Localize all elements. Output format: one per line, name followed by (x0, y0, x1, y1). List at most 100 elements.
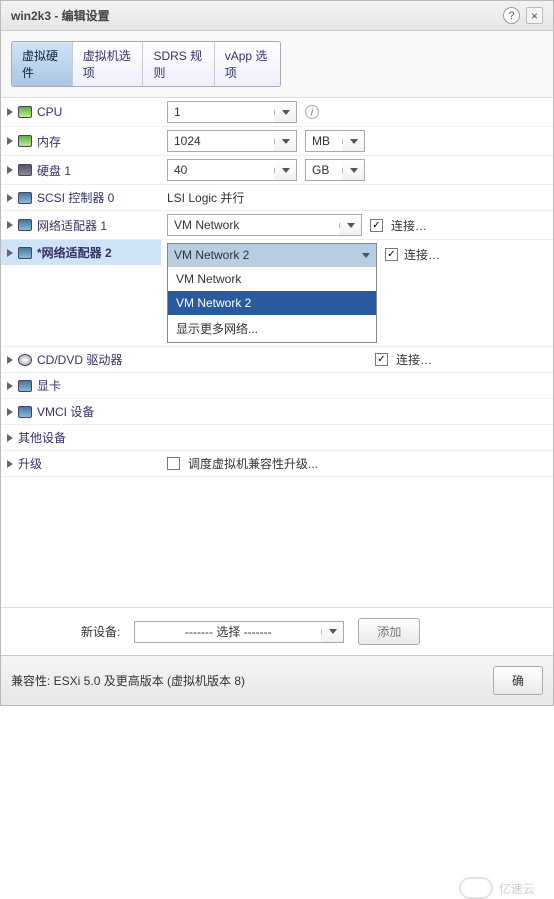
scsi-label: SCSI 控制器 0 (37, 189, 114, 206)
net2-option-more-networks[interactable]: 显示更多网络... (168, 315, 376, 342)
memory-label: 内存 (37, 133, 61, 150)
row-net1: 网络适配器 1 VM Network ✓ 连接… (1, 211, 553, 240)
other-label: 其他设备 (18, 429, 66, 446)
expand-icon[interactable] (7, 166, 13, 174)
hardware-list: CPU 1 i 内存 1024 (1, 97, 553, 655)
new-device-select[interactable]: ------- 选择 ------- (134, 621, 344, 643)
net2-select-open[interactable]: VM Network 2 VM Network VM Network 2 显示更… (167, 243, 377, 343)
upgrade-label: 升级 (18, 455, 42, 472)
cloud-icon (459, 877, 493, 899)
net1-value: VM Network (168, 215, 339, 235)
net2-label: *网络适配器 2 (37, 244, 112, 261)
hdd-unit: GB (306, 160, 342, 180)
tab-bar: 虚拟硬件 虚拟机选项 SDRS 规则 vApp 选项 (11, 41, 281, 87)
row-memory: 内存 1024 MB (1, 127, 553, 156)
memory-select[interactable]: 1024 (167, 130, 297, 152)
titlebar: win2k3 - 编辑设置 ? × (1, 1, 553, 31)
row-cpu: CPU 1 i (1, 98, 553, 127)
info-icon[interactable]: i (305, 105, 319, 119)
watermark-text: 亿速云 (499, 880, 535, 897)
chevron-down-icon[interactable] (342, 139, 364, 144)
watermark: 亿速云 (459, 877, 535, 899)
hdd-label: 硬盘 1 (37, 162, 71, 179)
net1-connect-label: 连接… (391, 217, 427, 234)
settings-dialog: win2k3 - 编辑设置 ? × 虚拟硬件 虚拟机选项 SDRS 规则 vAp… (0, 0, 554, 706)
net2-connect-checkbox[interactable]: ✓ (385, 248, 398, 261)
net1-select[interactable]: VM Network (167, 214, 362, 236)
chevron-down-icon[interactable] (339, 223, 361, 228)
expand-icon[interactable] (7, 249, 13, 257)
scsi-value: LSI Logic 并行 (167, 189, 244, 206)
tab-sdrs-rules[interactable]: SDRS 规则 (143, 42, 214, 86)
vmci-icon (18, 406, 32, 418)
vmci-label: VMCI 设备 (37, 403, 94, 420)
net2-connect-label: 连接… (404, 246, 440, 263)
cpu-icon (18, 106, 32, 118)
memory-unit: MB (306, 131, 342, 151)
expand-icon[interactable] (7, 460, 13, 468)
chevron-down-icon[interactable] (274, 110, 296, 115)
gpu-icon (18, 380, 32, 392)
cd-icon (18, 354, 32, 366)
upgrade-check-label: 调度虚拟机兼容性升级... (188, 455, 318, 472)
expand-icon[interactable] (7, 221, 13, 229)
spacer: 亿速云 (1, 477, 553, 607)
help-icon[interactable]: ? (503, 7, 520, 24)
hdd-unit-select[interactable]: GB (305, 159, 365, 181)
net2-dropdown-list: VM Network VM Network 2 显示更多网络... (168, 267, 376, 342)
add-button[interactable]: 添加 (358, 618, 420, 645)
row-upgrade: 升级 . 调度虚拟机兼容性升级... (1, 451, 553, 477)
chevron-down-icon[interactable] (274, 168, 296, 173)
chevron-down-icon[interactable] (321, 629, 343, 634)
row-vmci: VMCI 设备 (1, 399, 553, 425)
nic-icon (18, 247, 32, 259)
cd-connect-label: 连接… (396, 351, 432, 368)
expand-icon[interactable] (7, 137, 13, 145)
expand-icon[interactable] (7, 356, 13, 364)
row-gpu: 显卡 (1, 373, 553, 399)
net2-option-vm-network[interactable]: VM Network (168, 267, 376, 291)
hdd-size-select[interactable]: 40 (167, 159, 297, 181)
new-device-label: 新设备: (81, 623, 120, 640)
memory-icon (18, 135, 32, 147)
expand-icon[interactable] (7, 194, 13, 202)
net1-connect-checkbox[interactable]: ✓ (370, 219, 383, 232)
scsi-icon (18, 192, 32, 204)
upgrade-checkbox[interactable]: . (167, 457, 180, 470)
expand-icon[interactable] (7, 408, 13, 416)
memory-value: 1024 (168, 131, 274, 151)
cpu-select[interactable]: 1 (167, 101, 297, 123)
tab-vapp-options[interactable]: vApp 选项 (215, 42, 280, 86)
row-other: 其他设备 (1, 425, 553, 451)
row-cd: CD/DVD 驱动器 ✓ 连接… (1, 347, 553, 373)
net2-value: VM Network 2 (174, 248, 249, 262)
chevron-down-icon[interactable] (342, 168, 364, 173)
footer: 兼容性: ESXi 5.0 及更高版本 (虚拟机版本 8) 确 (1, 655, 553, 705)
cd-connect-checkbox[interactable]: ✓ (375, 353, 388, 366)
cpu-value: 1 (168, 102, 274, 122)
compatibility-text: 兼容性: ESXi 5.0 及更高版本 (虚拟机版本 8) (11, 672, 487, 689)
hdd-icon (18, 164, 32, 176)
tab-virtual-hardware[interactable]: 虚拟硬件 (12, 42, 73, 86)
cd-label: CD/DVD 驱动器 (37, 351, 122, 368)
hdd-value: 40 (168, 160, 274, 180)
expand-icon[interactable] (7, 382, 13, 390)
gpu-label: 显卡 (37, 377, 61, 394)
close-icon[interactable]: × (526, 7, 543, 24)
chevron-down-icon[interactable] (274, 139, 296, 144)
nic-icon (18, 219, 32, 231)
row-net2: *网络适配器 2 VM Network 2 VM Network VM Netw… (1, 240, 553, 347)
row-hdd: 硬盘 1 40 GB (1, 156, 553, 185)
net2-option-vm-network-2[interactable]: VM Network 2 (168, 291, 376, 315)
chevron-down-icon[interactable] (362, 253, 370, 258)
ok-button[interactable]: 确 (493, 666, 543, 695)
tab-vm-options[interactable]: 虚拟机选项 (73, 42, 144, 86)
new-device-select-value: ------- 选择 ------- (135, 622, 321, 642)
net1-label: 网络适配器 1 (37, 217, 107, 234)
expand-icon[interactable] (7, 434, 13, 442)
window-title: win2k3 - 编辑设置 (11, 7, 503, 24)
expand-icon[interactable] (7, 108, 13, 116)
new-device-bar: 新设备: ------- 选择 ------- 添加 (1, 607, 553, 655)
cpu-label: CPU (37, 105, 62, 119)
memory-unit-select[interactable]: MB (305, 130, 365, 152)
